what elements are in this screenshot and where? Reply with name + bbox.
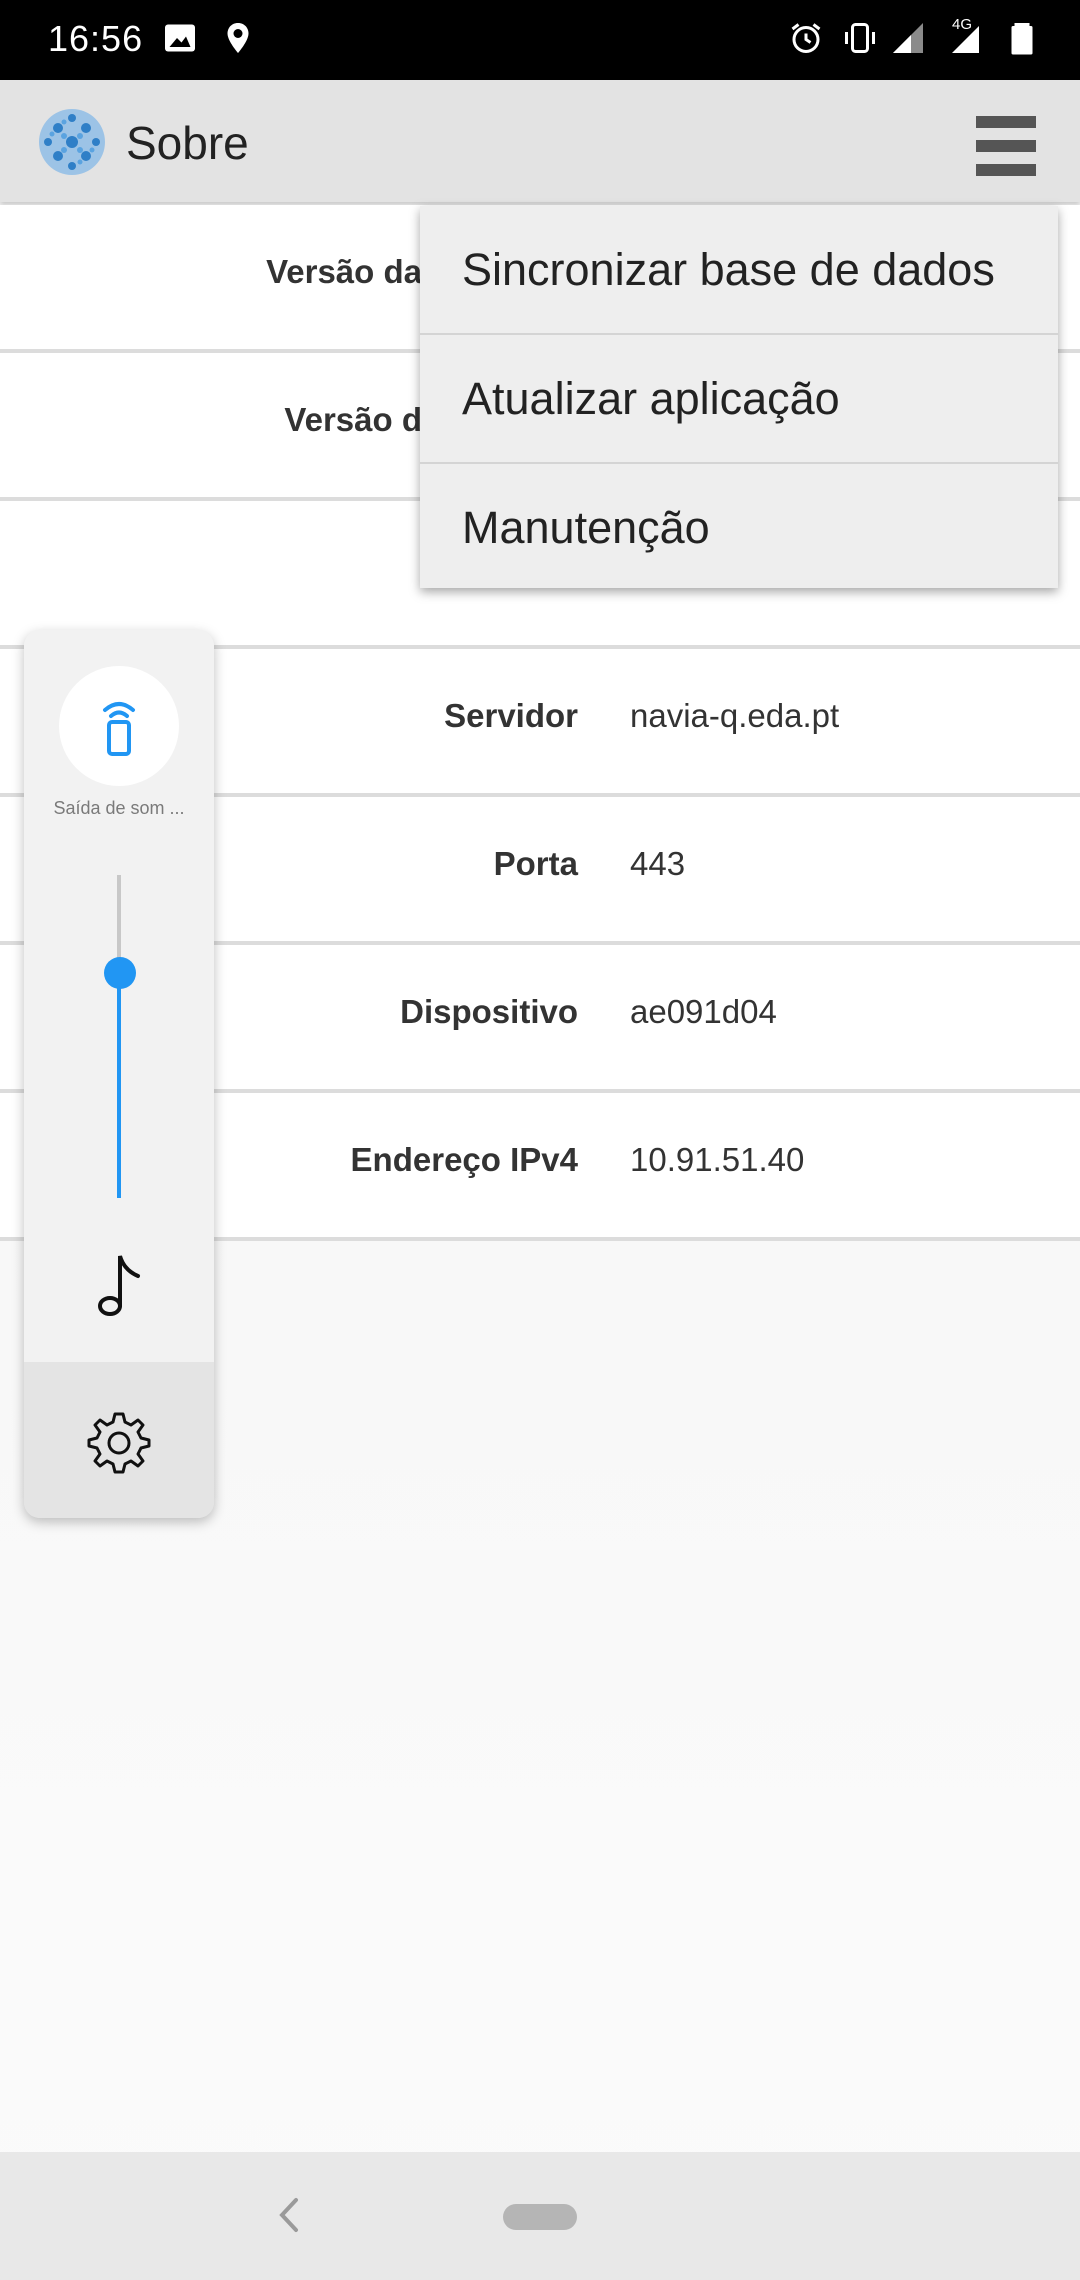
hamburger-menu-icon[interactable] — [960, 110, 1050, 186]
menu-item-update-app[interactable]: Atualizar aplicação — [420, 335, 1058, 464]
volume-slider-thumb[interactable] — [104, 957, 136, 989]
menu-item-label: Manutenção — [462, 502, 710, 553]
signal-4g-icon — [952, 26, 979, 53]
status-bar: 16:56 4G — [0, 0, 1080, 80]
menu-item-label: Sincronizar base de dados — [462, 244, 995, 295]
system-nav-bar — [0, 2152, 1080, 2280]
menu-item-maintenance[interactable]: Manutenção — [420, 464, 1058, 591]
alarm-icon — [791, 23, 821, 53]
row-label-port: Porta — [493, 845, 578, 882]
row-label: Versão da — [266, 253, 422, 290]
phone-speaker-icon — [103, 702, 135, 756]
row-label-ipv4: Endereço IPv4 — [350, 1141, 578, 1178]
sound-output-button[interactable] — [59, 666, 179, 786]
app-bar: Sobre — [0, 80, 1080, 202]
row-label-device: Dispositivo — [400, 993, 578, 1030]
music-note-icon[interactable] — [94, 1250, 144, 1320]
battery-icon — [1011, 23, 1033, 55]
image-icon — [165, 24, 195, 52]
app-logo-icon — [39, 109, 105, 175]
page-title: Sobre — [126, 117, 249, 169]
signal-icon — [893, 23, 923, 53]
menu-item-label: Atualizar aplicação — [462, 373, 840, 424]
row-value-server: navia-q.eda.pt — [630, 697, 840, 734]
home-pill-icon[interactable] — [503, 2204, 577, 2230]
location-icon — [227, 23, 249, 53]
vibrate-icon — [845, 23, 875, 53]
gear-icon[interactable] — [87, 1410, 151, 1474]
row-label: Versão d — [284, 401, 422, 438]
sound-output-label: Saída de som ... — [53, 798, 185, 818]
row-label-server: Servidor — [444, 697, 578, 734]
overflow-dropdown-menu: Sincronizar base de dados Atualizar apli… — [420, 206, 1058, 588]
back-chevron-icon[interactable] — [268, 2192, 308, 2238]
status-time: 16:56 — [48, 18, 144, 59]
volume-slider-fill[interactable] — [117, 973, 121, 1198]
volume-panel: Saída de som ... — [24, 630, 214, 1518]
menu-item-sync-database[interactable]: Sincronizar base de dados — [420, 206, 1058, 335]
row-value-device: ae091d04 — [630, 993, 777, 1030]
row-value-port: 443 — [630, 845, 686, 882]
row-value-ipv4: 10.91.51.40 — [630, 1141, 805, 1178]
